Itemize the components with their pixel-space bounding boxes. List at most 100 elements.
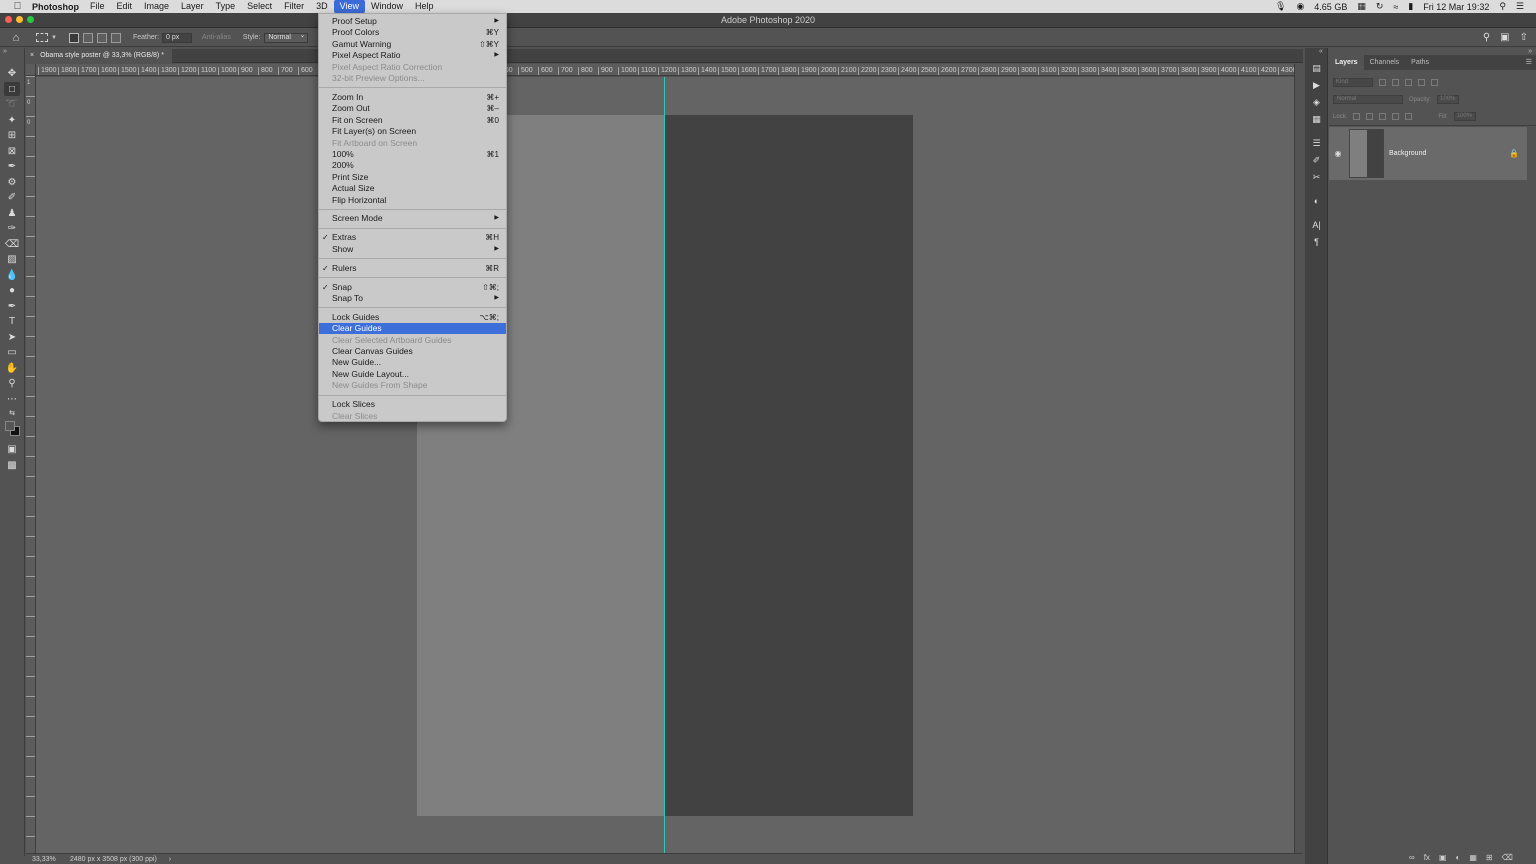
- anti-alias-checkbox[interactable]: Anti-alias: [202, 34, 231, 41]
- fx-icon[interactable]: fx: [1424, 853, 1430, 862]
- menu-item-snap-to[interactable]: Snap To ▶: [319, 293, 506, 304]
- menu-item-extras[interactable]: ✓ Extras ⌘H: [319, 232, 506, 243]
- zoom-tool-icon[interactable]: ⚲: [4, 376, 20, 390]
- frame-tool-icon[interactable]: ⊠: [4, 144, 20, 158]
- style-select[interactable]: Normal: [264, 32, 309, 43]
- path-selection-tool-icon[interactable]: ➤: [4, 330, 20, 344]
- collapse-tools-icon[interactable]: »: [3, 48, 7, 55]
- collapse-icon-strip-icon[interactable]: «: [1319, 48, 1323, 55]
- type-tool-icon[interactable]: T: [4, 314, 20, 328]
- gradient-tool-icon[interactable]: ▨: [4, 252, 20, 266]
- document-tab[interactable]: × Obama style poster @ 33,3% (RGB/8) *: [26, 49, 172, 63]
- blend-mode-select[interactable]: Normal: [1333, 95, 1403, 104]
- eye-icon[interactable]: ◉: [1331, 149, 1345, 158]
- workspace-icon[interactable]: ▣: [1500, 32, 1509, 43]
- menu-item-actual-size[interactable]: Actual Size: [319, 183, 506, 194]
- info-panel-icon[interactable]: ▦: [1310, 113, 1323, 125]
- clock[interactable]: Fri 12 Mar 19:32: [1423, 2, 1489, 12]
- horizontal-ruler[interactable]: 1900 1800 1700 1600 1500 1400 1300 1200 1100 1000…: [36, 64, 1294, 76]
- opacity-input[interactable]: 100%: [1437, 95, 1460, 104]
- rectangular-marquee-tool-icon[interactable]: □: [4, 82, 20, 96]
- actions-panel-icon[interactable]: ▶: [1310, 79, 1323, 91]
- tab-channels[interactable]: Channels: [1364, 55, 1406, 70]
- intersect-selection-icon[interactable]: [110, 32, 121, 43]
- layer-thumbnail[interactable]: [1349, 129, 1384, 178]
- close-tab-icon[interactable]: ×: [30, 49, 34, 63]
- menu-item-lock-guides[interactable]: Lock Guides ⌥⌘;: [319, 312, 506, 323]
- eraser-tool-icon[interactable]: ⌫: [4, 237, 20, 251]
- cpu-icon[interactable]: ▦: [1357, 1, 1366, 12]
- quick-mask-icon[interactable]: ▣: [4, 442, 20, 456]
- menu-window[interactable]: Window: [365, 0, 409, 13]
- link-icon[interactable]: ∞: [1409, 853, 1415, 862]
- filter-type-icon[interactable]: [1405, 79, 1412, 86]
- spotlight-icon[interactable]: ⚲: [1499, 1, 1506, 12]
- menu-item-zoom-in[interactable]: Zoom In ⌘+: [319, 92, 506, 103]
- search-icon[interactable]: ⚲: [1483, 32, 1490, 43]
- healing-brush-tool-icon[interactable]: ⚙: [4, 175, 20, 189]
- lasso-tool-icon[interactable]: ➰: [4, 97, 20, 111]
- menu-item-flip-horizontal[interactable]: Flip Horizontal: [319, 195, 506, 206]
- menu-item-200[interactable]: 200%: [319, 160, 506, 171]
- canvas-area[interactable]: [36, 77, 1294, 853]
- swap-colors-icon[interactable]: ⇆: [4, 406, 20, 420]
- layer-row-background[interactable]: ◉ Background 🔒: [1329, 127, 1527, 180]
- lock-icon[interactable]: 🔒: [1509, 149, 1519, 158]
- lock-all-icon[interactable]: [1405, 113, 1413, 120]
- menu-item-clear-guides[interactable]: Clear Guides: [319, 323, 506, 335]
- wifi-icon[interactable]: ≈: [1393, 2, 1398, 12]
- lock-position-icon[interactable]: [1379, 113, 1387, 120]
- menu-item-clear-canvas-guides[interactable]: Clear Canvas Guides: [319, 346, 506, 357]
- menu-item-fit-layer-s-on-screen[interactable]: Fit Layer(s) on Screen: [319, 126, 506, 137]
- menu-item-lock-slices[interactable]: Lock Slices: [319, 399, 506, 410]
- status-menu-chevron-icon[interactable]: ›: [169, 856, 171, 863]
- menu-3d[interactable]: 3D: [310, 0, 334, 13]
- filter-pixel-icon[interactable]: [1379, 79, 1386, 86]
- brush-tool-icon[interactable]: ✐: [4, 190, 20, 204]
- mask-icon[interactable]: ▣: [1439, 853, 1447, 862]
- vertical-scrollbar[interactable]: [1294, 64, 1304, 853]
- menu-item-100[interactable]: 100% ⌘1: [319, 149, 506, 160]
- crop-tool-icon[interactable]: ⊞: [4, 128, 20, 142]
- filter-smart-object-icon[interactable]: [1431, 79, 1438, 86]
- menu-item-pixel-aspect-ratio[interactable]: Pixel Aspect Ratio ▶: [319, 50, 506, 61]
- share-icon[interactable]: ⇧: [1520, 32, 1528, 43]
- menu-item-rulers[interactable]: ✓ Rulers ⌘R: [319, 263, 506, 274]
- 3d-panel-icon[interactable]: ◈: [1310, 96, 1323, 108]
- microphone-icon[interactable]: 🎙: [1275, 1, 1286, 12]
- menu-item-proof-setup[interactable]: Proof Setup ▶: [319, 16, 506, 27]
- foreground-color-swatch[interactable]: [5, 421, 15, 431]
- menu-help[interactable]: Help: [409, 0, 440, 13]
- color-panel-icon[interactable]: ◐: [1310, 195, 1323, 207]
- memory-readout[interactable]: 4.65 GB: [1314, 2, 1347, 12]
- add-selection-icon[interactable]: [82, 32, 93, 43]
- menu-image[interactable]: Image: [138, 0, 175, 13]
- menu-item-show[interactable]: Show ▶: [319, 244, 506, 255]
- tab-layers[interactable]: Layers: [1329, 55, 1364, 70]
- time-machine-icon[interactable]: ↻: [1376, 1, 1384, 12]
- menu-layer[interactable]: Layer: [175, 0, 210, 13]
- memory-icon[interactable]: ◉: [1296, 1, 1304, 12]
- lock-image-icon[interactable]: [1366, 113, 1374, 120]
- filter-kind-select[interactable]: Kind: [1333, 78, 1373, 87]
- trash-icon[interactable]: ⌫: [1502, 853, 1513, 862]
- vertical-ruler[interactable]: 1 0 0: [26, 76, 36, 853]
- menu-item-zoom-out[interactable]: Zoom Out ⌘–: [319, 103, 506, 114]
- collapse-panels-icon[interactable]: »: [1528, 48, 1532, 55]
- subtract-selection-icon[interactable]: [96, 32, 107, 43]
- menu-item-new-guide-layout[interactable]: New Guide Layout...: [319, 369, 506, 380]
- paragraph-panel-icon[interactable]: ¶: [1310, 236, 1323, 248]
- history-panel-icon[interactable]: ▤: [1310, 62, 1323, 74]
- menu-type[interactable]: Type: [210, 0, 242, 13]
- menu-filter[interactable]: Filter: [278, 0, 310, 13]
- apple-icon[interactable]: : [11, 1, 24, 12]
- menu-select[interactable]: Select: [241, 0, 278, 13]
- rectangle-tool-icon[interactable]: ▭: [4, 345, 20, 359]
- lock-transparent-icon[interactable]: [1353, 113, 1361, 120]
- layer-name[interactable]: Background: [1389, 150, 1426, 157]
- adjustments-panel-icon[interactable]: ☰: [1310, 137, 1323, 149]
- menu-item-print-size[interactable]: Print Size: [319, 172, 506, 183]
- ruler-origin[interactable]: [26, 64, 36, 76]
- filter-adjustment-icon[interactable]: [1392, 79, 1399, 86]
- character-panel-icon[interactable]: A|: [1310, 219, 1323, 231]
